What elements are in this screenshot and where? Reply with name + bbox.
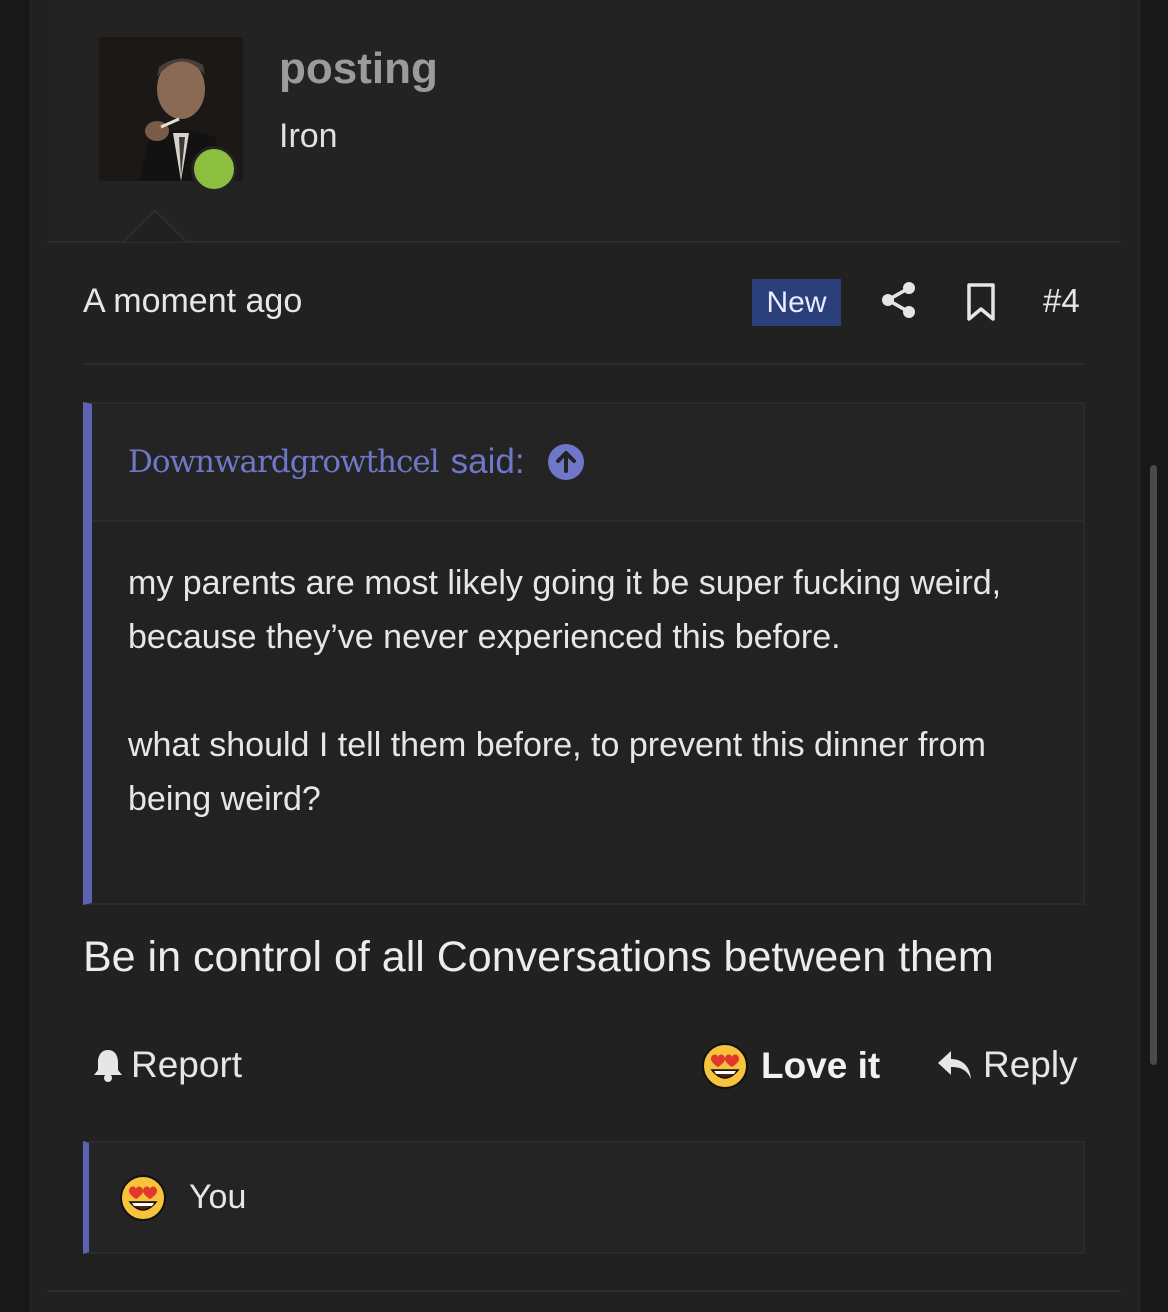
report-button[interactable]: Report [91, 1044, 242, 1086]
heart-eyes-emoji-icon [120, 1174, 166, 1221]
quote-body: my parents are most likely going it be s… [92, 522, 1083, 826]
post-container: posting Iron A moment ago New #4 Downwar… [30, 0, 1140, 1312]
divider [83, 363, 1085, 365]
post-number[interactable]: #4 [1043, 282, 1080, 320]
post-timestamp[interactable]: A moment ago [83, 282, 302, 321]
post-body: Be in control of all Conversations betwe… [83, 933, 994, 981]
online-status-indicator [191, 146, 237, 192]
username[interactable]: posting [279, 44, 438, 94]
scrollbar[interactable] [1150, 465, 1157, 1065]
reply-arrow-icon [938, 1051, 971, 1079]
header-pointer-fill [125, 212, 185, 242]
quote-said-label: said: [450, 442, 525, 481]
quote-paragraph: my parents are most likely going it be s… [128, 564, 1002, 656]
user-title: Iron [279, 117, 338, 155]
quote-header: Downwardgrowthcel said: [92, 404, 1083, 522]
reply-button[interactable]: Reply [935, 1044, 1078, 1086]
user-header: posting Iron [47, 0, 1121, 243]
report-label: Report [131, 1044, 243, 1085]
arrow-up-circle-icon[interactable] [547, 443, 585, 481]
reaction-users[interactable]: You [189, 1178, 246, 1217]
share-icon[interactable] [879, 280, 919, 320]
bell-icon [94, 1050, 122, 1082]
bookmark-icon[interactable] [963, 282, 999, 322]
heart-eyes-emoji-icon [702, 1043, 748, 1089]
reactions-bar[interactable]: You [83, 1141, 1085, 1254]
quote-block: Downwardgrowthcel said: my parents are m… [83, 402, 1085, 905]
love-it-label: Love it [761, 1045, 881, 1086]
reply-label: Reply [983, 1044, 1078, 1085]
quote-author-link[interactable]: Downwardgrowthcel [128, 444, 440, 480]
quote-paragraph: what should I tell them before, to preve… [128, 726, 987, 818]
post-meta-row: A moment ago New #4 [83, 270, 1085, 336]
divider [47, 1290, 1121, 1292]
post-actions: Report Love it Reply [83, 1040, 1085, 1100]
love-it-button[interactable]: Love it [701, 1042, 880, 1090]
new-badge: New [752, 279, 841, 326]
